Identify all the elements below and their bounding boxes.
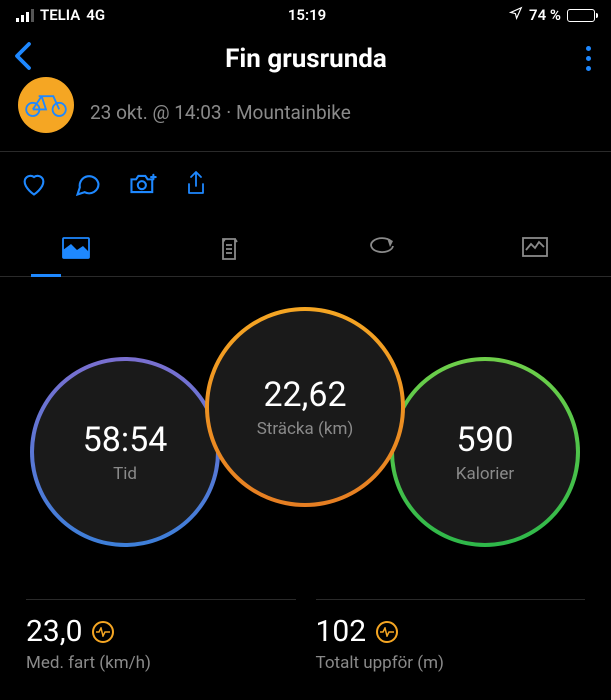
activity-meta: 23 okt. @ 14:03 · Mountainbike <box>90 101 351 124</box>
status-bar: TELIA 4G 15:19 74 % <box>0 0 611 30</box>
stat-ascent[interactable]: 102 Totalt uppför (m) <box>316 599 586 673</box>
stat-avg-speed-value: 23,0 <box>26 614 82 649</box>
stats-row: 23,0 Med. fart (km/h) 102 Totalt uppför … <box>0 577 611 673</box>
map-icon <box>61 236 91 260</box>
pulse-icon <box>376 621 398 643</box>
battery-icon <box>567 9 595 22</box>
stat-avg-speed-label: Med. fart (km/h) <box>26 653 296 673</box>
tab-row <box>0 214 611 277</box>
stat-ascent-label: Totalt uppför (m) <box>316 653 586 673</box>
comment-button[interactable] <box>74 170 102 198</box>
status-left: TELIA 4G <box>16 6 105 24</box>
gauge-time-value: 58:54 <box>83 420 168 460</box>
page-title: Fin grusrunda <box>225 44 387 74</box>
repeat-icon <box>367 236 397 258</box>
divider <box>0 151 611 152</box>
tab-map[interactable] <box>0 226 153 276</box>
location-icon <box>509 6 523 24</box>
gauge-calories-label: Kalorier <box>456 464 514 484</box>
gauge-calories[interactable]: 590 Kalorier <box>390 357 580 547</box>
share-button[interactable] <box>184 170 208 198</box>
network-label: 4G <box>86 6 105 24</box>
activity-header: 23 okt. @ 14:03 · Mountainbike <box>0 91 611 151</box>
gauge-calories-value: 590 <box>456 420 513 460</box>
gauge-distance-value: 22,62 <box>263 375 346 415</box>
list-icon <box>217 236 241 262</box>
tab-details[interactable] <box>153 226 306 276</box>
gauge-time-label: Tid <box>113 464 137 484</box>
like-button[interactable] <box>20 170 48 198</box>
chart-icon <box>521 236 549 258</box>
nav-bar: Fin grusrunda <box>0 30 611 91</box>
pulse-icon <box>92 621 114 643</box>
carrier-label: TELIA <box>40 6 80 24</box>
stat-avg-speed[interactable]: 23,0 Med. fart (km/h) <box>26 599 296 673</box>
back-button[interactable] <box>14 41 32 76</box>
tab-charts[interactable] <box>458 226 611 276</box>
stat-ascent-value: 102 <box>316 614 367 649</box>
tab-laps[interactable] <box>306 226 459 276</box>
clock: 15:19 <box>288 6 326 24</box>
gauge-distance-label: Sträcka (km) <box>257 419 354 439</box>
action-row <box>0 160 611 214</box>
battery-percent: 74 % <box>529 6 561 24</box>
gauge-time[interactable]: 58:54 Tid <box>30 357 220 547</box>
bike-icon <box>24 91 68 119</box>
signal-icon <box>16 9 34 22</box>
status-right: 74 % <box>509 6 595 24</box>
activity-avatar[interactable] <box>18 77 74 133</box>
add-photo-button[interactable] <box>128 170 158 198</box>
gauge-distance[interactable]: 22,62 Sträcka (km) <box>205 307 405 507</box>
gauges: 58:54 Tid 22,62 Sträcka (km) 590 Kalorie… <box>0 307 611 577</box>
more-menu-button[interactable] <box>580 40 597 77</box>
